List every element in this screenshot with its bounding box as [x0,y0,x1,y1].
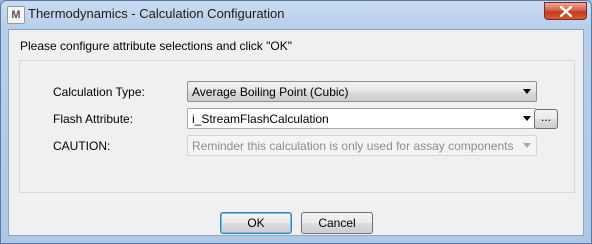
chevron-down-icon [523,143,531,148]
ok-button[interactable]: OK [220,212,292,234]
title-bar[interactable]: M Thermodynamics - Calculation Configura… [1,1,591,27]
dialog-window: M Thermodynamics - Calculation Configura… [0,0,592,244]
window-title: Thermodynamics - Calculation Configurati… [28,6,285,21]
chevron-down-icon [523,116,531,121]
close-button[interactable] [544,2,587,20]
calculation-type-label: Calculation Type: [53,85,145,99]
flash-attribute-select[interactable]: i_StreamFlashCalculation [187,108,537,129]
caution-label: CAUTION: [53,139,111,153]
calculation-type-select[interactable]: Average Boiling Point (Cubic) [187,81,537,102]
instruction-text: Please configure attribute selections an… [20,39,292,53]
flash-attribute-browse-button[interactable]: ... [534,109,558,129]
calculation-type-value: Average Boiling Point (Cubic) [192,85,349,99]
app-icon: M [7,6,25,24]
close-icon [560,6,572,17]
flash-attribute-label: Flash Attribute: [53,112,134,126]
settings-panel: Calculation Type: Average Boiling Point … [19,60,575,193]
caution-select: Reminder this calculation is only used f… [187,135,537,156]
dialog-client-area: Please configure attribute selections an… [8,29,584,236]
flash-attribute-value: i_StreamFlashCalculation [192,112,329,126]
caution-value: Reminder this calculation is only used f… [192,139,514,153]
chevron-down-icon [523,89,531,94]
cancel-button[interactable]: Cancel [301,212,373,234]
